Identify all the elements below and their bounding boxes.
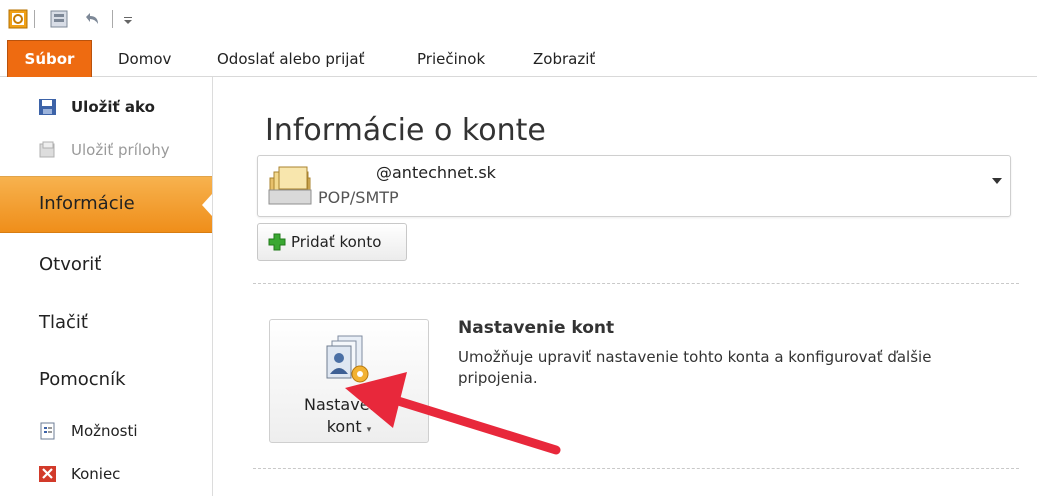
options-icon	[40, 422, 55, 440]
chevron-down-icon: ▾	[366, 425, 372, 435]
nav-help-label: Pomocník	[39, 369, 126, 390]
send-receive-icon[interactable]	[48, 8, 72, 30]
divider	[253, 283, 1019, 284]
account-settings-title: Nastavenie kont	[458, 318, 615, 338]
save-as-icon	[39, 99, 56, 115]
ribbon-tabs: Domov Odoslať alebo prijať Priečinok Zob…	[0, 38, 1037, 77]
options-item[interactable]: Možnosti	[38, 419, 138, 443]
save-attachments-label: Uložiť prílohy	[71, 141, 170, 159]
page-title: Informácie o konte	[265, 113, 546, 148]
add-account-button[interactable]: Pridať konto	[257, 223, 407, 261]
tab-file[interactable]: Súbor	[7, 40, 92, 77]
account-settings-button-label: Nastavenie kont ▾	[270, 394, 428, 441]
tab-home[interactable]: Domov	[118, 40, 171, 74]
tab-folder[interactable]: Priečinok	[417, 40, 485, 74]
tab-send-receive[interactable]: Odoslať alebo prijať	[217, 40, 364, 74]
nav-print-label: Tlačiť	[39, 312, 88, 333]
account-info-panel: Informácie o konte @antechnet.sk POP/SMT…	[213, 77, 1037, 496]
exit-item[interactable]: Koniec	[38, 462, 120, 486]
nav-open[interactable]: Otvoriť	[0, 238, 212, 293]
undo-icon[interactable]	[80, 8, 104, 30]
account-selector[interactable]: @antechnet.sk POP/SMTP	[257, 155, 1011, 217]
account-settings-icon	[326, 335, 369, 383]
add-account-label: Pridať konto	[291, 233, 382, 251]
separator	[112, 8, 118, 30]
account-settings-line1: Nastavenie	[304, 395, 394, 414]
options-label: Možnosti	[71, 422, 138, 440]
save-as-label: Uložiť ako	[71, 98, 155, 116]
account-folder-icon	[268, 166, 312, 205]
chevron-down-icon[interactable]	[992, 178, 1002, 184]
account-settings-line2-wrap: kont ▾	[270, 416, 428, 441]
account-settings-line2: kont	[326, 417, 362, 436]
account-type: POP/SMTP	[318, 188, 399, 207]
nav-open-label: Otvoriť	[39, 254, 102, 275]
account-email: @antechnet.sk	[376, 163, 496, 182]
plus-icon	[268, 233, 286, 251]
save-attachments-icon	[39, 141, 55, 158]
backstage-nav: Uložiť ako Uložiť prílohy Informácie Otv…	[0, 77, 213, 496]
separator	[34, 8, 40, 30]
save-as-item[interactable]: Uložiť ako	[38, 95, 155, 119]
tab-view[interactable]: Zobraziť	[533, 40, 595, 74]
divider	[253, 468, 1019, 469]
quick-access-toolbar	[0, 0, 1037, 38]
outlook-app-icon	[8, 8, 28, 30]
nav-print[interactable]: Tlačiť	[0, 296, 212, 351]
nav-info-label: Informácie	[39, 193, 135, 214]
customize-qat-icon[interactable]	[122, 8, 136, 30]
nav-help[interactable]: Pomocník	[0, 353, 212, 408]
nav-info[interactable]: Informácie	[0, 176, 212, 233]
account-settings-button[interactable]: Nastavenie kont ▾	[269, 319, 429, 443]
save-attachments-item[interactable]: Uložiť prílohy	[38, 138, 170, 162]
active-pointer-icon	[202, 194, 212, 216]
redacted-username	[318, 166, 376, 180]
exit-label: Koniec	[71, 465, 121, 483]
close-icon	[39, 466, 56, 482]
account-settings-description: Umožňuje upraviť nastavenie tohto konta …	[458, 348, 932, 387]
